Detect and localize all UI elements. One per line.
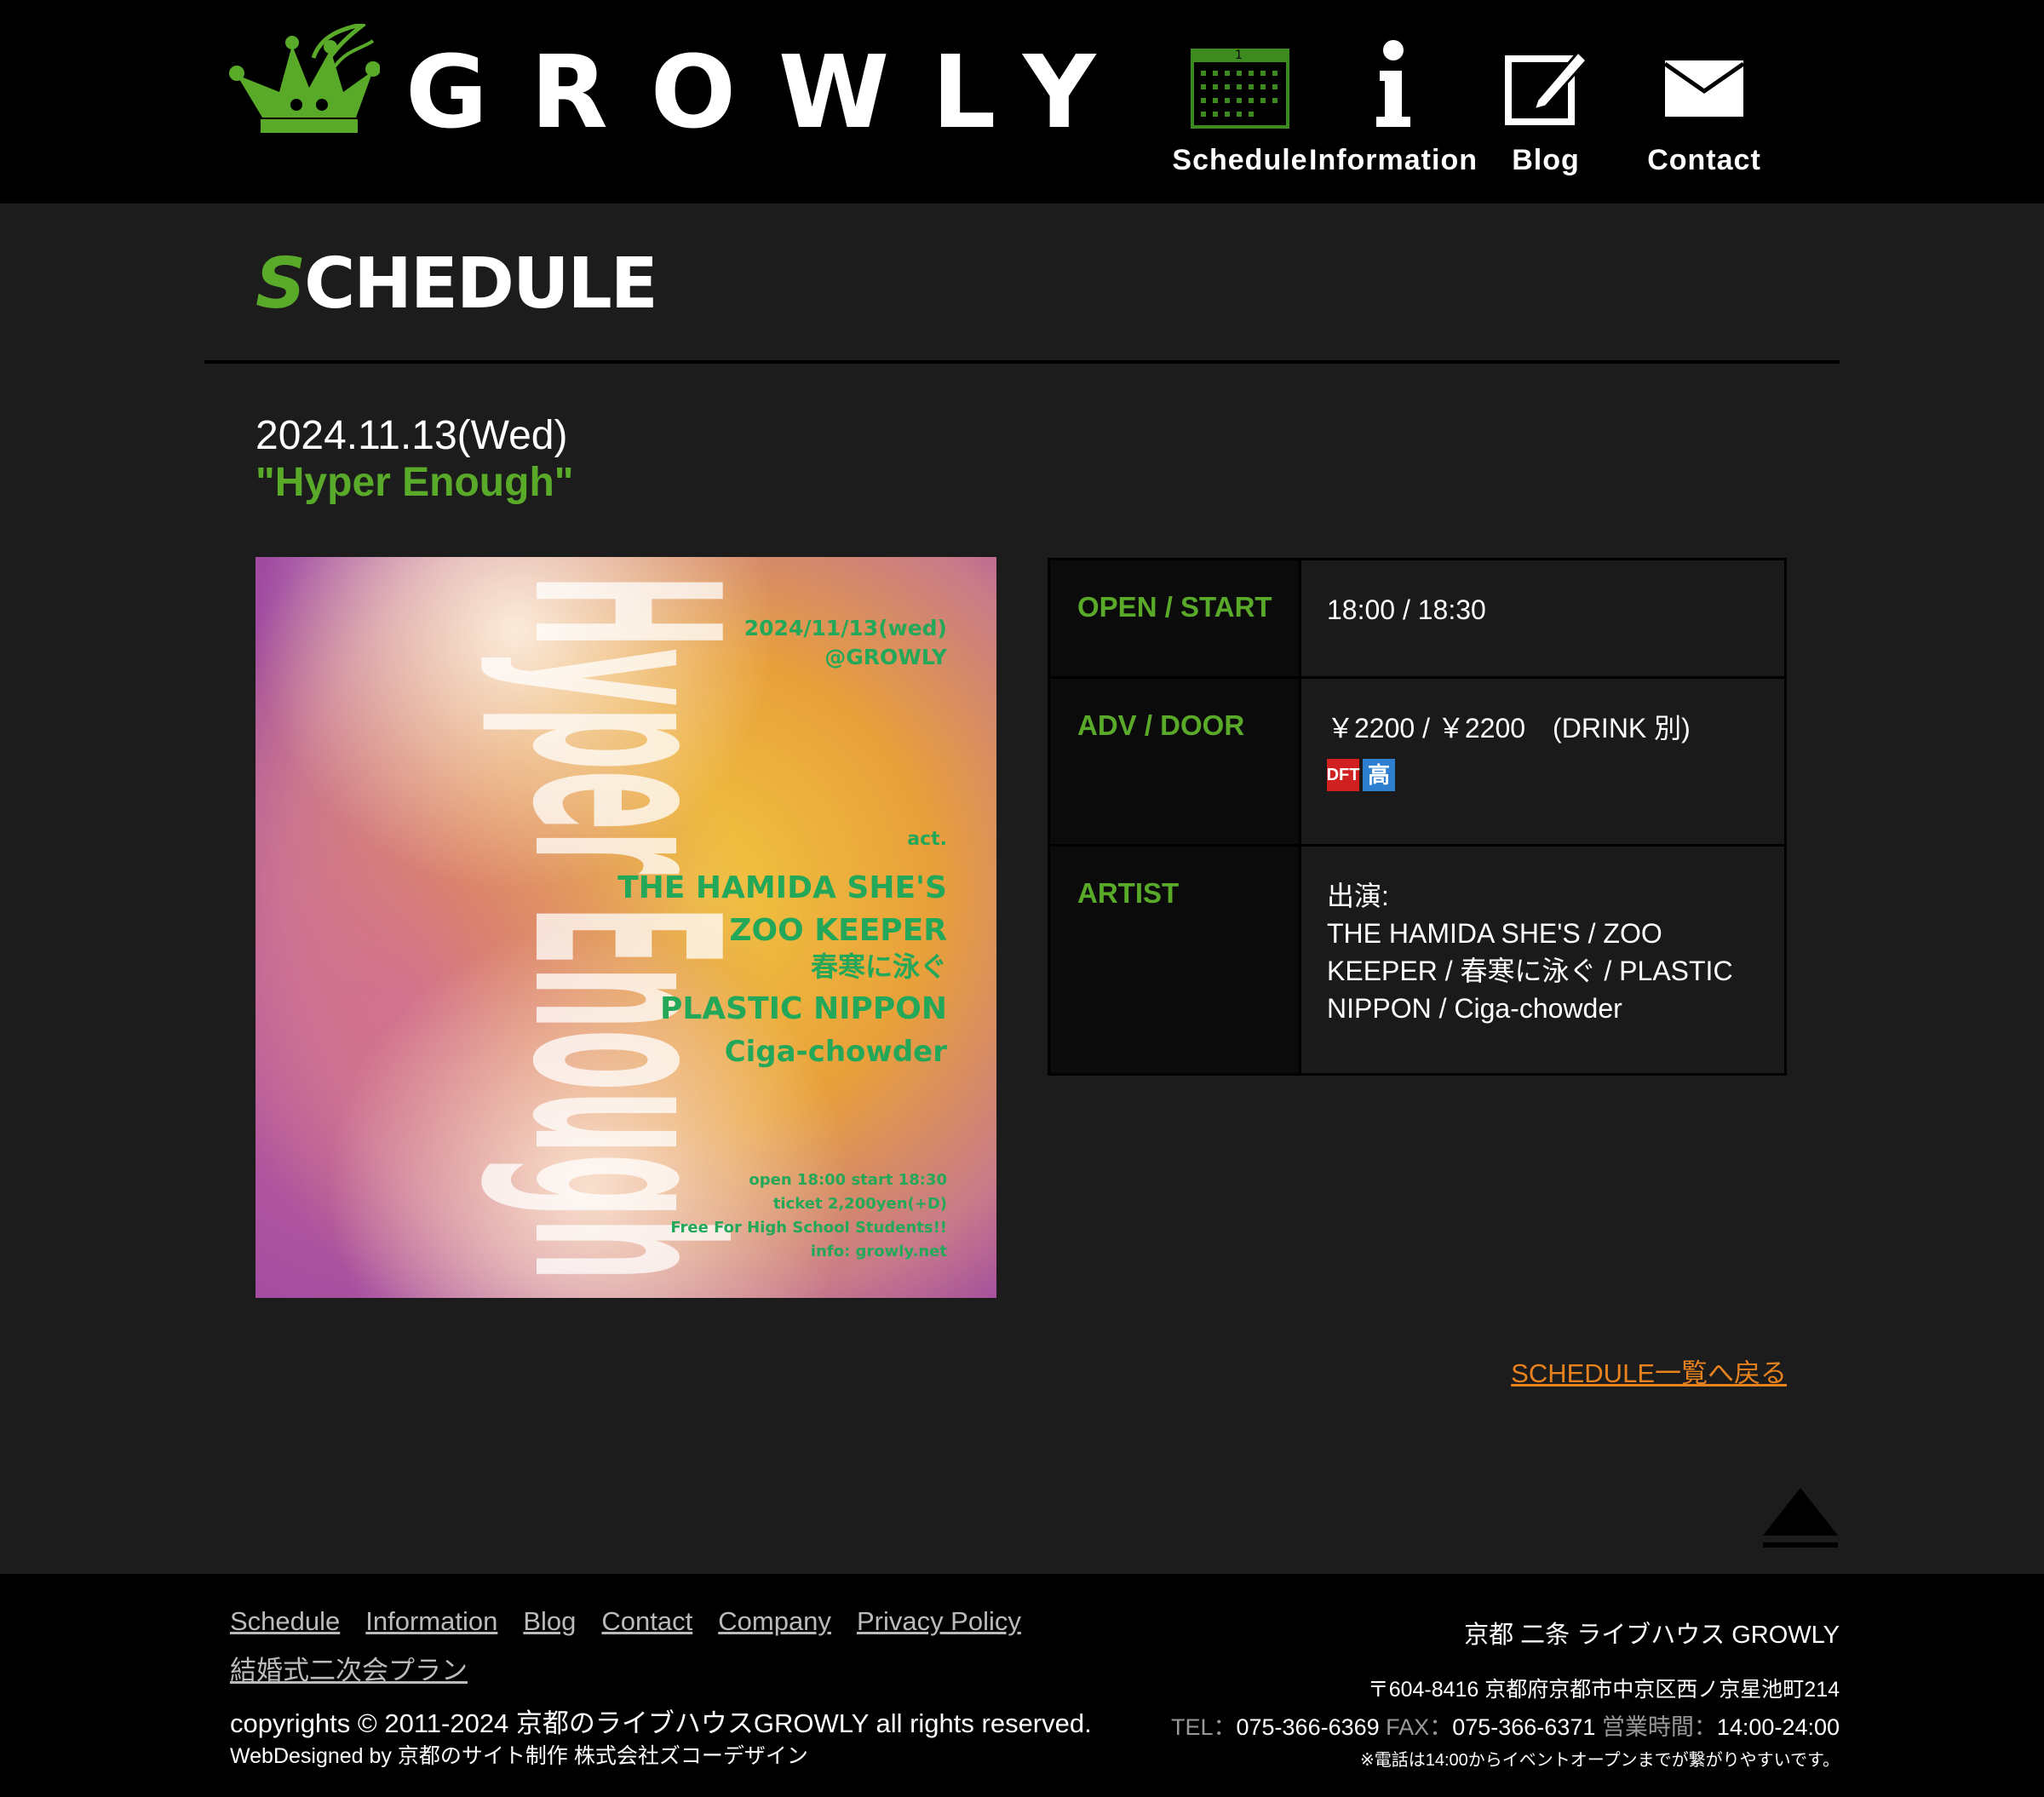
flyer-act: PLASTIC NIPPON	[660, 991, 947, 1026]
flyer-info-line: Free For High School Students!!	[670, 1219, 947, 1237]
info-icon	[1376, 40, 1410, 127]
svg-text:1: 1	[1235, 49, 1243, 62]
footer-link-company[interactable]: Company	[718, 1606, 831, 1637]
artist-cell: 出演: THE HAMIDA SHE'S / ZOO KEEPER / 春寒に泳…	[1299, 844, 1787, 1076]
event-flyer: Hyper Enough 2024/11/13(wed) @GROWLY act…	[256, 557, 996, 1298]
footer-link-privacy[interactable]: Privacy Policy	[857, 1606, 1021, 1637]
copyright: copyrights © 2011-2024 京都のライブハウスGROWLY a…	[230, 1708, 1092, 1738]
logo-text: GROWLY	[405, 33, 1139, 151]
footer-links: Schedule Information Blog Contact Compan…	[230, 1606, 1082, 1699]
footer-link-contact[interactable]: Contact	[601, 1606, 692, 1637]
nav-information-label: Information	[1309, 144, 1478, 176]
flyer-info-line: open 18:00 start 18:30	[749, 1171, 947, 1189]
phone-note: ※電話は14:00からイベントオープンまでが繋がりやすいです。	[1359, 1751, 1840, 1770]
artist-label: ARTIST	[1048, 844, 1301, 1076]
mail-icon	[1663, 60, 1745, 117]
footer-link-blog[interactable]: Blog	[523, 1606, 576, 1637]
web-design-credit: WebDesigned by 京都のサイト制作 株式会社ズコーデザイン	[230, 1744, 808, 1768]
flyer-act-label: act.	[907, 829, 947, 850]
flyer-venue: @GROWLY	[824, 645, 948, 669]
flyer-date: 2024/11/13(wed)	[744, 616, 947, 640]
nav-schedule-label: Schedule	[1172, 144, 1308, 176]
footer-link-information[interactable]: Information	[365, 1606, 497, 1637]
flyer-info-line: ticket 2,200yen(+D)	[773, 1195, 947, 1213]
tel-number: 075-366-6369	[1236, 1714, 1380, 1740]
artist-value: THE HAMIDA SHE'S / ZOO KEEPER / 春寒に泳ぐ / …	[1327, 918, 1733, 1024]
flyer-act: Ciga-chowder	[725, 1035, 948, 1069]
back-to-schedule-link[interactable]: SCHEDULE一覧へ戻る	[1511, 1352, 1787, 1390]
flyer-act: ZOO KEEPER	[729, 913, 947, 948]
open-start-value: 18:00 / 18:30	[1299, 558, 1787, 679]
table-row: ADV / DOOR ￥2200 / ￥2200 (DRINK 別) DFT 高	[1048, 676, 1787, 847]
section-title: SCHEDULE	[256, 244, 658, 324]
main-nav: 1 Schedule Information Blog Contact	[1172, 38, 1785, 177]
venue-contact: TEL：075-366-6369 FAX：075-366-6371 営業時間：1…	[1170, 1714, 1840, 1740]
event-title: "Hyper Enough"	[256, 460, 574, 505]
event-info-table: OPEN / START 18:00 / 18:30 ADV / DOOR ￥2…	[1048, 558, 1787, 1076]
nav-contact[interactable]: Contact	[1623, 38, 1785, 177]
edit-icon	[1505, 49, 1588, 125]
footer-link-wedding-plan[interactable]: 結婚式二次会プラン	[230, 1649, 468, 1687]
flyer-info-line: info: growly.net	[811, 1243, 948, 1260]
price-value: ￥2200 / ￥2200 (DRINK 別)	[1327, 713, 1691, 743]
footer-link-schedule[interactable]: Schedule	[230, 1606, 340, 1637]
site-footer: Schedule Information Blog Contact Compan…	[0, 1574, 2044, 1797]
table-row: OPEN / START 18:00 / 18:30	[1048, 558, 1787, 679]
flyer-act: 春寒に泳ぐ	[811, 950, 947, 983]
flyer-image: Hyper Enough 2024/11/13(wed) @GROWLY act…	[256, 557, 996, 1298]
nav-contact-label: Contact	[1647, 144, 1761, 176]
artist-prefix: 出演:	[1327, 881, 1389, 911]
flyer-act: THE HAMIDA SHE'S	[617, 870, 947, 905]
price-label: ADV / DOOR	[1048, 676, 1301, 847]
venue-name: 京都 二条 ライブハウス GROWLY	[1464, 1622, 1840, 1649]
crown-icon	[229, 24, 380, 133]
nav-blog[interactable]: Blog	[1482, 38, 1610, 177]
high-school-badge: 高	[1363, 759, 1395, 791]
dft-badge: DFT	[1327, 759, 1359, 791]
open-start-label: OPEN / START	[1048, 558, 1301, 679]
event-date: 2024.11.13(Wed)	[256, 413, 568, 458]
nav-blog-label: Blog	[1512, 144, 1580, 176]
price-badges: DFT 高	[1327, 759, 1759, 791]
page-top-icon[interactable]	[1761, 1486, 1840, 1551]
nav-schedule[interactable]: 1 Schedule	[1172, 38, 1308, 177]
fax-number: 075-366-6371	[1452, 1714, 1596, 1740]
section-divider	[204, 360, 1840, 364]
price-cell: ￥2200 / ￥2200 (DRINK 別) DFT 高	[1299, 676, 1787, 847]
calendar-icon: 1	[1191, 49, 1289, 129]
table-row: ARTIST 出演: THE HAMIDA SHE'S / ZOO KEEPER…	[1048, 844, 1787, 1076]
site-header: GROWLY 1 Schedule Information Blog Conta…	[0, 0, 2044, 204]
business-hours: 14:00-24:00	[1716, 1714, 1840, 1740]
site-logo[interactable]: GROWLY	[228, 24, 1138, 143]
venue-address: 〒604-8416 京都府京都市中京区西ノ京星池町214	[1367, 1678, 1840, 1702]
nav-information[interactable]: Information	[1308, 38, 1478, 177]
